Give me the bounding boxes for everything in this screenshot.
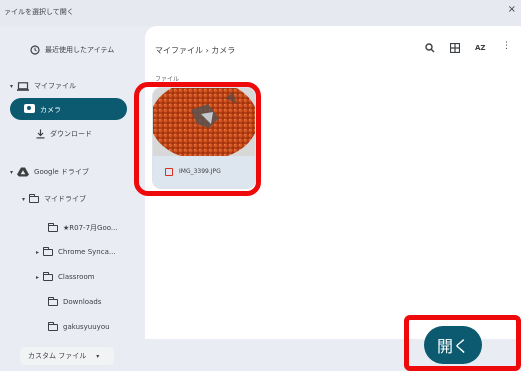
sidebar-item-label: gakusyuuyou xyxy=(63,323,110,331)
sidebar-item-my-drive[interactable]: ▾ マイドライブ xyxy=(22,193,87,204)
search-icon[interactable] xyxy=(425,43,435,53)
expand-caret-icon[interactable]: ▾ xyxy=(10,169,13,176)
sidebar-item-folder[interactable]: gakusyuuyou xyxy=(47,321,110,331)
laptop-icon xyxy=(17,81,30,91)
sidebar-item-label: Google ドライブ xyxy=(34,168,89,176)
file-type-filter-label: カスタム ファイル xyxy=(28,352,87,360)
folder-icon xyxy=(47,222,58,232)
expand-caret-icon[interactable]: ▸ xyxy=(36,249,39,256)
sidebar-item-label: 最近使用したアイテム xyxy=(45,46,115,54)
close-icon[interactable]: × xyxy=(508,4,516,15)
annotation-highlight xyxy=(134,82,261,196)
folder-icon xyxy=(47,296,58,306)
sidebar-item-folder[interactable]: ★R07-7月Goo... xyxy=(47,222,118,233)
file-type-filter-dropdown[interactable]: カスタム ファイル ▾ xyxy=(20,347,114,365)
folder-icon xyxy=(42,271,54,281)
chevron-down-icon: ▾ xyxy=(96,352,100,360)
sidebar-item-folder[interactable]: ▸ Classroom xyxy=(36,271,95,281)
folder-icon xyxy=(42,246,54,256)
sidebar-item-label: Downloads xyxy=(63,298,102,306)
sidebar-item-google-drive[interactable]: ▾ Google ドライブ xyxy=(10,167,89,177)
camera-icon xyxy=(24,104,35,113)
folder-icon xyxy=(47,321,58,331)
sidebar-item-recent[interactable]: 最近使用したアイテム xyxy=(30,45,114,55)
sidebar-item-folder[interactable]: Downloads xyxy=(47,296,102,306)
breadcrumb[interactable]: マイファイル › カメラ xyxy=(155,45,235,56)
sidebar-item-label: マイドライブ xyxy=(44,195,87,203)
sort-icon[interactable]: AZ xyxy=(475,44,486,52)
sidebar-item-label: ダウンロード xyxy=(50,130,92,138)
sidebar-item-label: マイファイル xyxy=(34,82,77,90)
expand-caret-icon[interactable]: ▾ xyxy=(10,83,13,90)
sidebar-item-label: Classroom xyxy=(58,273,95,281)
sidebar-item-camera[interactable]: カメラ xyxy=(10,98,127,120)
download-icon xyxy=(36,129,45,139)
expand-caret-icon[interactable]: ▸ xyxy=(36,274,39,281)
more-icon[interactable]: ⋮ xyxy=(502,41,511,51)
dialog-titlebar: ァイルを選択して開く × xyxy=(0,0,521,26)
open-button[interactable]: 開く xyxy=(424,326,482,364)
expand-caret-icon[interactable]: ▾ xyxy=(22,196,25,203)
clock-icon xyxy=(30,45,40,55)
sidebar-item-label: カメラ xyxy=(40,106,61,114)
drive-folder-icon xyxy=(28,193,40,203)
grid-view-icon[interactable] xyxy=(450,43,460,53)
sidebar-item-my-files[interactable]: ▾ マイファイル xyxy=(10,81,76,91)
sidebar-item-label: ★R07-7月Goo... xyxy=(63,224,118,232)
sidebar-item-label: Chrome Synca... xyxy=(58,248,116,256)
google-drive-icon xyxy=(17,167,30,177)
sidebar-item-folder[interactable]: ▸ Chrome Synca... xyxy=(36,246,116,256)
sidebar: 最近使用したアイテム ▾ マイファイル カメラ ダウンロード ▾ Google … xyxy=(0,26,145,339)
sidebar-item-downloads[interactable]: ダウンロード xyxy=(36,129,92,139)
dialog-title: ァイルを選択して開く xyxy=(4,8,74,16)
